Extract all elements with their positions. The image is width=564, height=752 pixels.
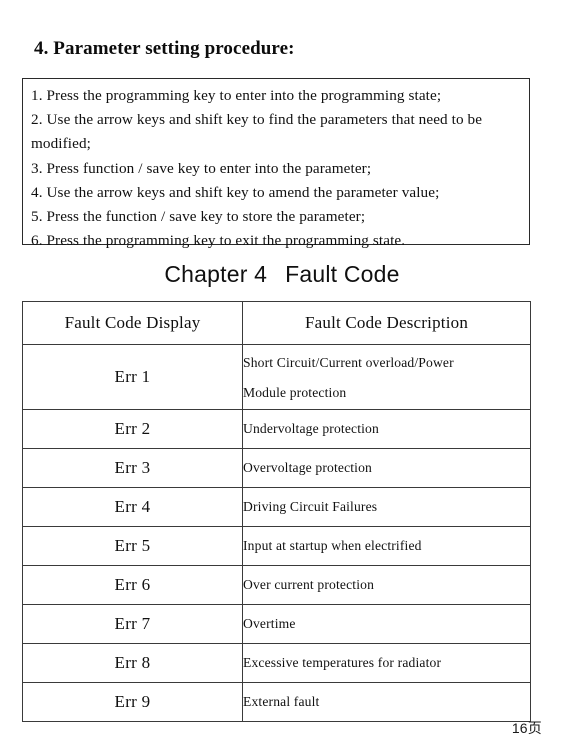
procedure-box: 1. Press the programming key to enter in…: [22, 78, 530, 249]
page-number: 16页: [511, 720, 542, 736]
fault-code-description: Input at startup when electrified: [242, 526, 531, 566]
chapter-title: Fault Code: [285, 261, 400, 287]
fault-code-table: Fault Code Display Fault Code Descriptio…: [22, 301, 531, 722]
fault-code-description: Over current protection: [242, 565, 531, 605]
procedure-step-3: 3. Press function / save key to enter in…: [31, 159, 372, 177]
column-header-fault-code-description: Fault Code Description: [242, 301, 531, 345]
procedure-step-6: 6. Press the programming key to exit the…: [31, 232, 406, 250]
fault-code-description: External fault: [242, 682, 531, 722]
procedure-step-5: 5. Press the function / save key to stor…: [31, 208, 366, 226]
fault-code-value: Err 1: [22, 344, 243, 410]
description-line: Short Circuit/Current overload/Power: [243, 355, 454, 370]
page-title: 4. Parameter setting procedure:: [34, 38, 295, 59]
fault-code-value: Err 6: [22, 565, 243, 605]
fault-code-description: Undervoltage protection: [242, 409, 531, 449]
procedure-step-2: 2. Use the arrow keys and shift key to f…: [31, 111, 483, 153]
table-row: Err 1 Short Circuit/Current overload/Pow…: [22, 344, 531, 410]
chapter-label: Chapter 4: [164, 261, 268, 287]
fault-code-value: Err 4: [22, 487, 243, 527]
fault-code-description: Driving Circuit Failures: [242, 487, 531, 527]
table-row: Err 9 External fault: [22, 682, 531, 722]
table-row: Err 8 Excessive temperatures for radiato…: [22, 643, 531, 683]
fault-code-value: Err 3: [22, 448, 243, 488]
fault-code-value: Err 7: [22, 604, 243, 644]
procedure-step-1: 1. Press the programming key to enter in…: [31, 87, 442, 104]
table-row: Err 2 Undervoltage protection: [22, 409, 531, 449]
column-header-fault-code-display: Fault Code Display: [22, 301, 243, 345]
fault-code-value: Err 5: [22, 526, 243, 566]
table-row: Err 4 Driving Circuit Failures: [22, 487, 531, 527]
table-row: Err 6 Over current protection: [22, 565, 531, 605]
chapter-heading: Chapter 4 Fault Code: [0, 261, 564, 288]
fault-code-value: Err 9: [22, 682, 243, 722]
table-row: Err 5 Input at startup when electrified: [22, 526, 531, 566]
fault-code-description: Overtime: [242, 604, 531, 644]
procedure-step-4: 4. Use the arrow keys and shift key to a…: [31, 183, 440, 201]
table-header-row: Fault Code Display Fault Code Descriptio…: [22, 301, 531, 345]
fault-code-description: Overvoltage protection: [242, 448, 531, 488]
fault-code-value: Err 8: [22, 643, 243, 683]
fault-code-description: Excessive temperatures for radiator: [242, 643, 531, 683]
fault-code-description: Short Circuit/Current overload/Power Mod…: [242, 344, 531, 410]
table-row: Err 7 Overtime: [22, 604, 531, 644]
table-row: Err 3 Overvoltage protection: [22, 448, 531, 488]
document-page: 4. Parameter setting procedure: 1. Press…: [0, 0, 564, 752]
fault-code-value: Err 2: [22, 409, 243, 449]
description-line: Module protection: [243, 385, 347, 400]
